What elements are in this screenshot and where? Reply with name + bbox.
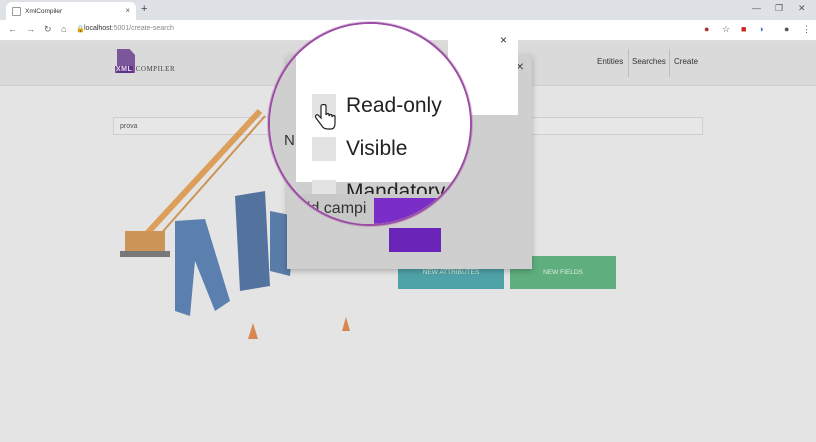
star-icon[interactable]: ☆: [722, 24, 730, 35]
forward-icon[interactable]: →: [26, 24, 35, 34]
app-logo[interactable]: XML COMPILER: [115, 49, 187, 77]
logo-compiler: COMPILER: [135, 65, 176, 73]
extension-icon[interactable]: ●: [704, 24, 709, 34]
tab-bar: XmlCompiler × + — ❐ ✕: [0, 0, 816, 20]
url-host: localhost: [84, 25, 112, 32]
shield-icon[interactable]: ■: [741, 24, 746, 34]
nav-searches[interactable]: Searches: [632, 57, 666, 66]
maximize-icon[interactable]: ❐: [775, 3, 783, 14]
hand-cursor-icon: [315, 104, 336, 130]
option-visible[interactable]: Visible: [312, 137, 407, 161]
new-tab-icon[interactable]: +: [141, 3, 147, 15]
modal-submit-button-zoomed[interactable]: [374, 198, 442, 224]
modal-field-label: N: [284, 132, 295, 149]
modal-footer-text: nid campi: [298, 200, 367, 217]
modal-submit-button[interactable]: [389, 228, 441, 252]
nav-divider: [669, 49, 670, 77]
back-icon[interactable]: ←: [8, 24, 17, 34]
url-field[interactable]: localhost:5001/create-search: [84, 25, 174, 32]
tab-title: XmlCompiler: [25, 7, 63, 15]
tab-close-icon[interactable]: ×: [125, 6, 130, 15]
minimize-icon[interactable]: —: [752, 3, 761, 13]
popup-close-icon[interactable]: ×: [500, 33, 507, 47]
window-close-icon[interactable]: ✕: [798, 3, 806, 14]
visible-label: Visible: [346, 137, 408, 160]
kebab-menu-icon[interactable]: ⋮: [802, 24, 811, 35]
read-only-label: Read-only: [346, 94, 442, 117]
magnifier-lens: N Read-only Visible Mandatory nid campi: [268, 22, 472, 226]
account-icon[interactable]: ●: [784, 24, 789, 34]
browser-tab[interactable]: XmlCompiler ×: [6, 2, 136, 20]
home-icon[interactable]: ⌂: [61, 24, 66, 34]
page-icon: [12, 6, 21, 16]
reload-icon[interactable]: ↻: [44, 24, 52, 35]
audio-icon[interactable]: ◗: [759, 24, 764, 34]
url-path: :5001/create-search: [111, 25, 174, 32]
nav-divider: [628, 49, 629, 77]
logo-xml: XML: [115, 66, 134, 73]
logo-text: XML COMPILER: [115, 65, 175, 73]
nav-create[interactable]: Create: [674, 57, 698, 66]
nav-entities[interactable]: Entities: [597, 57, 623, 66]
visible-checkbox[interactable]: [312, 137, 336, 161]
